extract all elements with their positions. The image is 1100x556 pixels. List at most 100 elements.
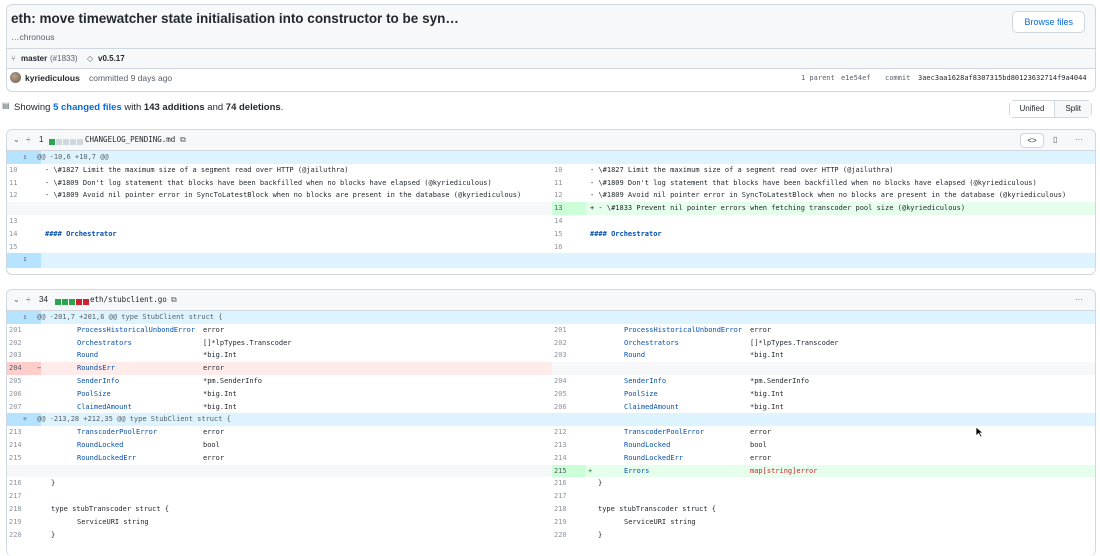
commit-sha[interactable]: 3aec3aa1628af8307315bd80123632714f9a4044: [918, 74, 1087, 82]
commit-time: committed 9 days ago: [89, 73, 173, 83]
line-number[interactable]: 202: [7, 337, 41, 350]
field-name: RoundLockedErr: [77, 453, 137, 462]
avatar[interactable]: [10, 72, 21, 83]
field-name: }: [51, 479, 56, 488]
parent-label: 1 parent: [801, 74, 835, 82]
field-name: Orchestrators: [624, 338, 679, 347]
line-number[interactable]: 14: [552, 215, 586, 228]
line-number[interactable]: 219: [7, 516, 41, 529]
file-name[interactable]: eth/stubclient.go: [90, 295, 167, 304]
line-number[interactable]: 13: [7, 215, 41, 228]
line-number[interactable]: 206: [552, 401, 586, 414]
line-number[interactable]: 218: [552, 503, 586, 516]
line-number[interactable]: 14: [7, 228, 41, 241]
line-number[interactable]: 16: [552, 241, 586, 254]
file-icon[interactable]: ▯: [1053, 135, 1057, 144]
line-number[interactable]: 11: [7, 177, 41, 190]
field-name: ServiceURI string: [77, 517, 149, 526]
line-number[interactable]: 13: [552, 202, 586, 215]
commit-title-continuation: …chronous: [11, 32, 55, 42]
copy-icon[interactable]: ⧉: [180, 135, 186, 145]
left-pane: 215 RoundLockedErr error: [7, 452, 552, 465]
line-number[interactable]: 205: [552, 388, 586, 401]
right-pane: 205 PoolSize *big.Int: [552, 388, 1095, 401]
field-name: ClaimedAmount: [77, 402, 132, 411]
code-text: - \#1827 Limit the maximum size of a seg…: [45, 165, 349, 174]
expand-up-icon[interactable]: ↥: [7, 311, 41, 324]
line-number[interactable]: 214: [7, 439, 41, 452]
expand-icon[interactable]: ÷: [26, 295, 30, 304]
line-number[interactable]: 202: [552, 337, 586, 350]
pr-link[interactable]: (#1833): [50, 54, 78, 63]
split-button[interactable]: Split: [1055, 101, 1091, 117]
left-pane: 14 #### Orchestrator: [7, 228, 552, 241]
line-number[interactable]: 12: [7, 189, 41, 202]
tag-name[interactable]: v0.5.17: [98, 54, 125, 63]
copy-icon[interactable]: ⧉: [171, 295, 177, 305]
more-options-icon[interactable]: ···: [1075, 135, 1083, 144]
parent-sha[interactable]: e1e54ef: [841, 74, 871, 82]
line-number[interactable]: 213: [552, 439, 586, 452]
diff-row: 204− RoundsErr error: [7, 362, 1095, 375]
changed-files-link[interactable]: 5 changed files: [53, 102, 122, 113]
file-name[interactable]: CHANGELOG_PENDING.md: [85, 135, 175, 144]
line-number[interactable]: 203: [552, 349, 586, 362]
line-number[interactable]: 15: [552, 228, 586, 241]
line-number[interactable]: 205: [7, 375, 41, 388]
line-number[interactable]: 201: [7, 324, 41, 337]
expand-icon[interactable]: ÷: [26, 135, 30, 144]
line-number[interactable]: 207: [7, 401, 41, 414]
line-number[interactable]: 204: [7, 362, 41, 375]
field-name: ClaimedAmount: [624, 402, 679, 411]
line-number[interactable]: 201: [552, 324, 586, 337]
hunk-header: ↥ @@ -10,6 +10,7 @@: [7, 151, 1095, 164]
line-number[interactable]: 213: [7, 426, 41, 439]
field-type: error: [203, 364, 225, 373]
unified-button[interactable]: Unified: [1009, 101, 1056, 117]
field-name: type stubTranscoder struct {: [51, 504, 170, 513]
chevron-down-icon[interactable]: ⌄: [13, 135, 20, 144]
right-pane: 220}: [552, 529, 1095, 542]
file-tree-icon[interactable]: ▤: [2, 101, 10, 110]
diff-summary: ▤ Showing 5 changed files with 143 addit…: [2, 99, 1096, 118]
line-number[interactable]: 217: [7, 490, 41, 503]
line-number[interactable]: 204: [552, 375, 586, 388]
line-number[interactable]: 219: [552, 516, 586, 529]
line-number[interactable]: 203: [7, 349, 41, 362]
branch-name[interactable]: master: [21, 54, 47, 63]
field-type: error: [203, 325, 225, 334]
diff-row: 206 PoolSize *big.Int 205 PoolSize *big.Int: [7, 388, 1095, 401]
field-type: *pm.SenderInfo: [750, 376, 810, 385]
line-number[interactable]: 215: [552, 464, 586, 478]
line-number[interactable]: 212: [552, 426, 586, 439]
line-number[interactable]: 216: [7, 477, 41, 490]
expand-down-icon[interactable]: ↧: [7, 253, 41, 269]
line-number[interactable]: 216: [552, 477, 586, 490]
expand-up-icon[interactable]: ↥: [7, 151, 41, 164]
left-pane: 203 Round *big.Int: [7, 349, 552, 362]
line-number[interactable]: 15: [7, 241, 41, 254]
line-number[interactable]: 217: [552, 490, 586, 503]
field-type: error: [203, 428, 225, 437]
author-link[interactable]: kyriediculous: [25, 73, 80, 83]
chevron-down-icon[interactable]: ⌄: [13, 295, 20, 304]
line-number[interactable]: 11: [552, 177, 586, 190]
line-number[interactable]: 220: [7, 529, 41, 542]
line-number[interactable]: 215: [7, 452, 41, 465]
line-number[interactable]: 206: [7, 388, 41, 401]
code-view-icon[interactable]: <>: [1020, 133, 1044, 148]
expand-both-icon[interactable]: ÷: [7, 413, 41, 427]
more-options-icon[interactable]: ···: [1075, 295, 1083, 304]
line-number[interactable]: 10: [552, 164, 586, 177]
right-pane: 203 Round *big.Int: [552, 349, 1095, 362]
line-number[interactable]: 218: [7, 503, 41, 516]
code-text: #### Orchestrator: [590, 229, 662, 238]
field-name: SenderInfo: [624, 376, 667, 385]
line-number[interactable]: 214: [552, 452, 586, 465]
file-diff-changelog: ⌄ ÷ 1 CHANGELOG_PENDING.md ⧉ <> ▯ ··· ↥ …: [6, 129, 1096, 275]
browse-files-button[interactable]: Browse files: [1012, 11, 1085, 33]
field-name: PoolSize: [624, 389, 658, 398]
line-number[interactable]: 10: [7, 164, 41, 177]
line-number[interactable]: 12: [552, 189, 586, 202]
line-number[interactable]: 220: [552, 529, 586, 542]
